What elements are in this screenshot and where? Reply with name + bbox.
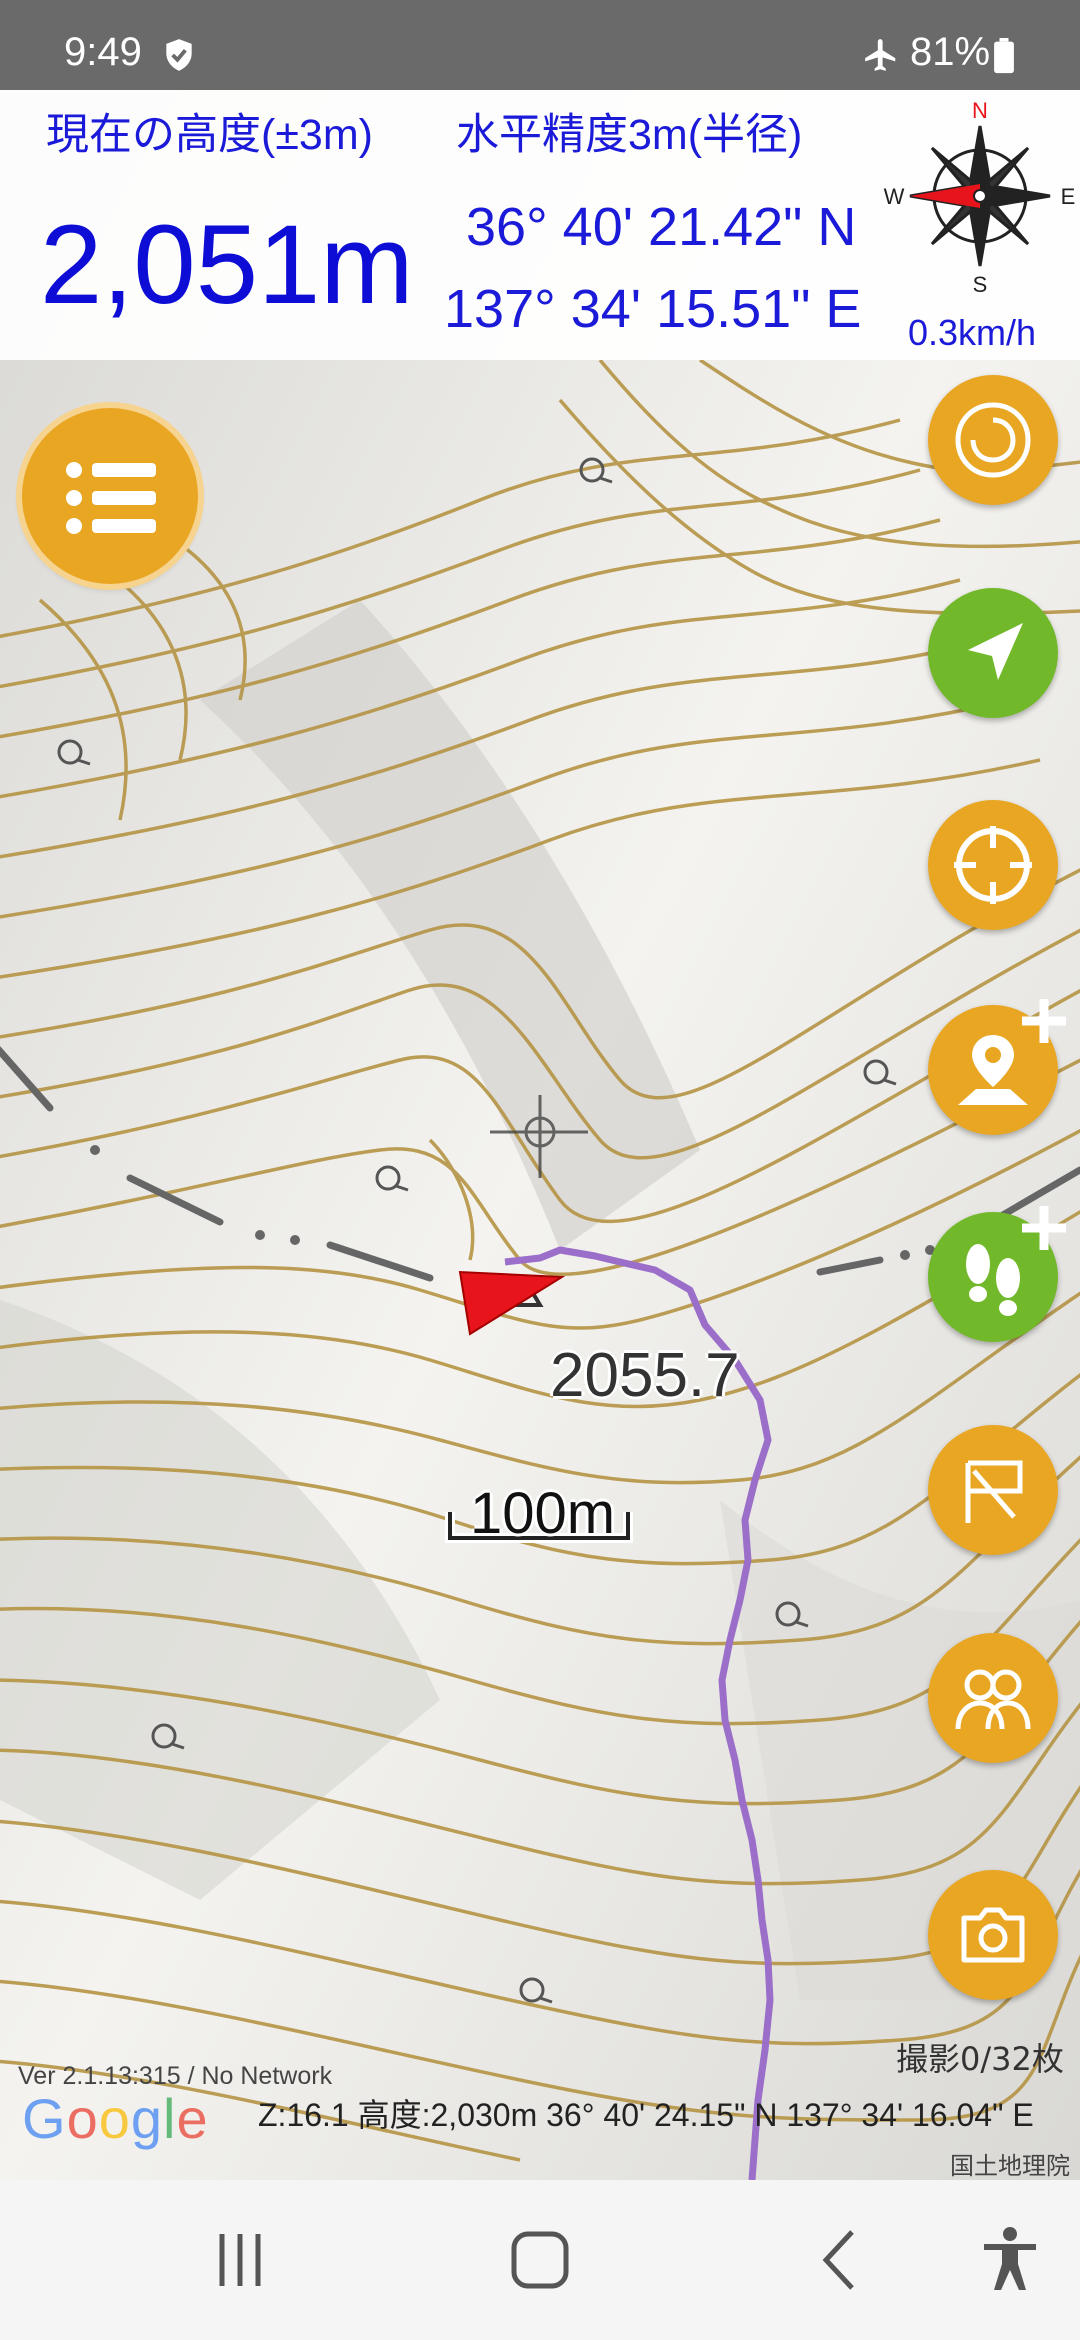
status-bar: 9:49 81% [0,0,1080,90]
home-icon[interactable] [500,2220,580,2300]
airplane-mode-icon [865,39,896,71]
compass-north: N [972,98,988,123]
battery-icon [994,38,1014,74]
route-button[interactable] [928,1425,1058,1555]
altitude-value: 2,051m [40,202,414,327]
crosshair-icon [954,826,1032,904]
longitude-value: 137° 34' 15.51" E [444,279,862,339]
add-waypoint-button[interactable] [928,999,1066,1135]
swirl-icon [955,402,1031,478]
compass-button[interactable] [928,800,1058,930]
compass-rose-icon[interactable]: N S E W [880,96,1080,296]
camera-icon [961,1907,1025,1963]
altitude-label: 現在の高度(±3m) [46,111,373,159]
accuracy-label: 水平精度3m(半径) [456,111,803,159]
scale-label: 100m [470,1481,616,1546]
compass-west: W [884,184,905,209]
map-status-line: Z:16.1 高度:2,030m 36° 40' 24.15" N 137° 3… [258,2097,1034,2133]
my-location-button[interactable] [928,588,1058,718]
compass-east: E [1061,184,1076,209]
back-icon[interactable] [800,2220,880,2300]
speed-value: 0.3km/h [908,312,1037,353]
map-layer-button[interactable] [928,375,1058,505]
add-track-button[interactable] [928,1206,1066,1342]
members-button[interactable] [928,1633,1058,1763]
compass-south: S [973,272,988,296]
battery-percent: 81% [910,30,991,74]
list-icon [66,462,156,534]
photo-count: 撮影0/32枚 [896,2040,1064,2078]
plus-icon [1022,1206,1066,1250]
menu-button[interactable] [22,408,198,584]
system-nav-bar [0,2180,1080,2340]
status-time: 9:49 [64,30,142,74]
latitude-value: 36° 40' 21.42" N [466,197,857,257]
google-logo: Google [22,2087,209,2150]
map-terrain [0,90,1080,2180]
navigation-arrow-icon [968,623,1023,680]
topographic-map[interactable]: 2055.7 100m [0,90,1080,2180]
camera-button[interactable] [928,1870,1058,2000]
accessibility-icon[interactable] [970,2220,1050,2300]
summit-elevation-label: 2055.7 [550,1341,740,1410]
route-flag-icon [965,1460,1023,1523]
attribution: 国土地理院 [950,2152,1070,2180]
people-icon [955,1669,1031,1730]
shield-icon [166,39,192,71]
recent-apps-icon[interactable] [200,2220,280,2300]
plus-icon [1022,999,1066,1043]
